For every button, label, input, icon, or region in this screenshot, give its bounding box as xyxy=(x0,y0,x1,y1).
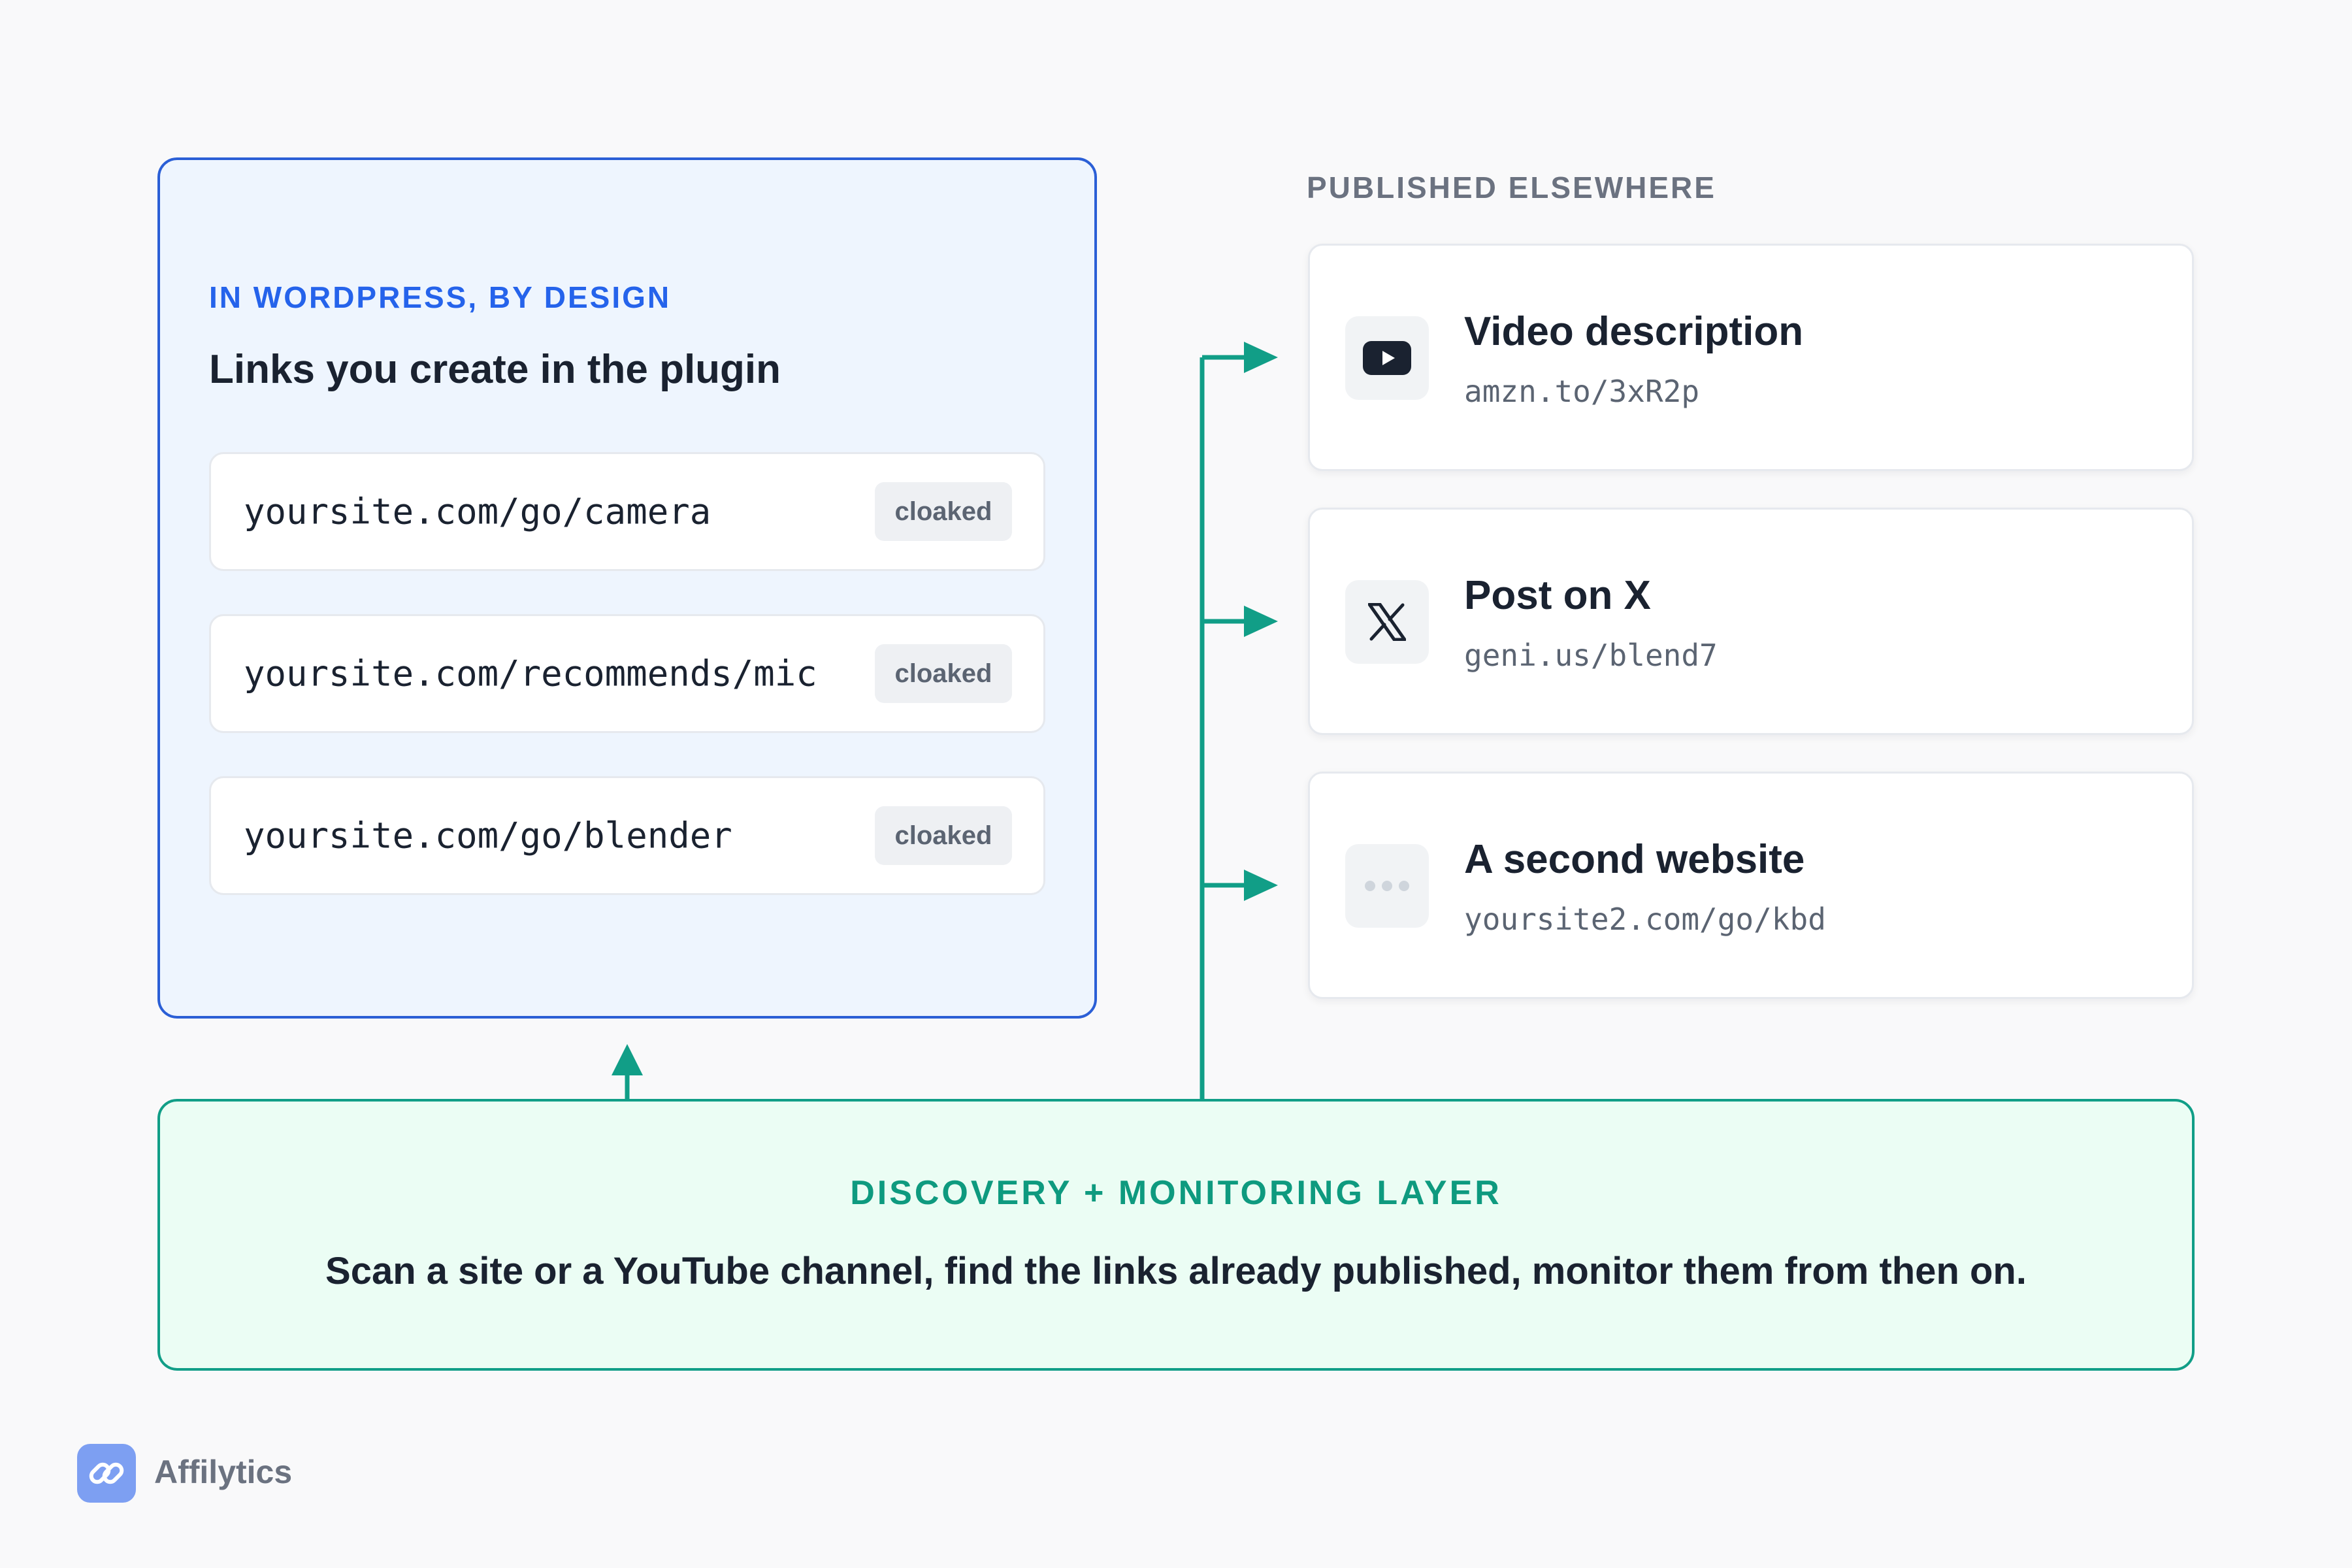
destination-url: amzn.to/3xR2p xyxy=(1464,374,1700,409)
destination-url: geni.us/blend7 xyxy=(1464,638,1718,673)
chain-link-icon xyxy=(77,1444,136,1503)
arrow-head-wordpress xyxy=(612,1044,643,1075)
more-dots-icon xyxy=(1345,844,1429,928)
destination-card-x[interactable]: Post on X geni.us/blend7 xyxy=(1308,508,2194,735)
arrow-head-video xyxy=(1244,342,1278,373)
destination-url: yoursite2.com/go/kbd xyxy=(1464,902,1826,937)
link-card-mic[interactable]: yoursite.com/recommends/mic cloaked xyxy=(209,614,1045,733)
destination-title: Post on X xyxy=(1464,573,1651,618)
discovery-eyebrow: DISCOVERY + MONITORING LAYER xyxy=(850,1174,1502,1212)
link-card-camera[interactable]: yoursite.com/go/camera cloaked xyxy=(209,452,1045,571)
cloaked-badge: cloaked xyxy=(875,482,1012,541)
destination-title: A second website xyxy=(1464,837,1805,882)
link-url: yoursite.com/go/camera xyxy=(244,491,711,532)
wordpress-eyebrow: IN WORDPRESS, BY DESIGN xyxy=(209,280,672,314)
youtube-icon xyxy=(1345,316,1429,400)
arrow-head-website xyxy=(1244,870,1278,901)
destination-card-video[interactable]: Video description amzn.to/3xR2p xyxy=(1308,244,2194,471)
published-eyebrow: PUBLISHED ELSEWHERE xyxy=(1307,171,1716,204)
cloaked-badge: cloaked xyxy=(875,644,1012,703)
link-url: yoursite.com/recommends/mic xyxy=(244,653,817,694)
link-url: yoursite.com/go/blender xyxy=(244,815,732,857)
cloaked-badge: cloaked xyxy=(875,806,1012,865)
brand-name: Affilytics xyxy=(154,1454,293,1490)
destination-card-website[interactable]: A second website yoursite2.com/go/kbd xyxy=(1308,772,2194,999)
link-card-blender[interactable]: yoursite.com/go/blender cloaked xyxy=(209,776,1045,895)
x-logo-icon xyxy=(1345,580,1429,664)
discovery-panel: DISCOVERY + MONITORING LAYER Scan a site… xyxy=(157,1099,2195,1371)
wordpress-title: Links you create in the plugin xyxy=(209,347,781,392)
discovery-description: Scan a site or a YouTube channel, find t… xyxy=(325,1250,2027,1292)
destination-title: Video description xyxy=(1464,309,1804,354)
arrow-head-x xyxy=(1244,606,1278,637)
